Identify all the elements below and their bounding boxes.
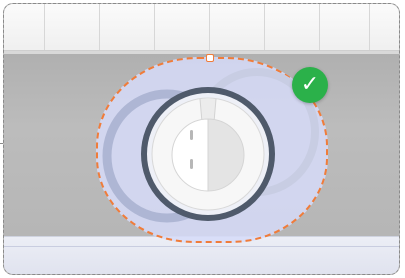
check-icon: ✓ [300,72,320,97]
knob-slot-top [190,130,193,140]
canvas: ✓ [0,0,405,278]
status-check-badge: ✓ [292,67,328,103]
scene-frame[interactable]: ✓ [3,3,400,275]
ring-illustration [102,68,319,223]
knob-slot-bottom [190,159,193,169]
